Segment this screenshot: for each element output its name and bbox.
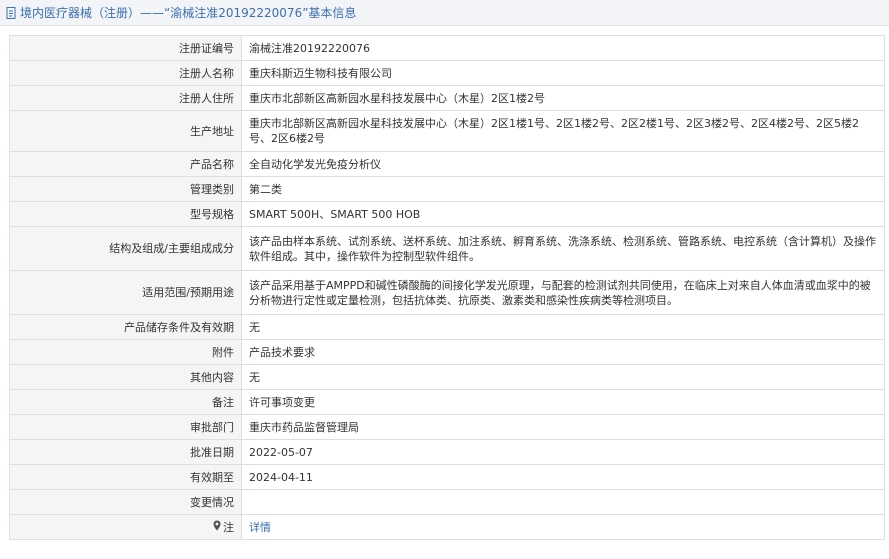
info-table-container: 注册证编号 渝械注准20192220076 注册人名称 重庆科斯迈生物科技有限公… [9, 35, 885, 540]
row-label: 产品名称 [9, 151, 242, 177]
table-row: 产品名称 全自动化学发光免疫分析仪 [9, 151, 885, 177]
row-label: 有效期至 [9, 464, 242, 490]
row-value: 该产品由样本系统、试剂系统、送杯系统、加注系统、孵育系统、洗涤系统、检测系统、管… [241, 226, 885, 271]
table-row: 注册证编号 渝械注准20192220076 [9, 35, 885, 61]
page-title: 境内医疗器械（注册）——“渝械注准20192220076”基本信息 [20, 6, 357, 20]
table-row-note: 注 详情 [9, 514, 885, 540]
table-row: 生产地址 重庆市北部新区高新园水星科技发展中心（木星）2区1楼1号、2区1楼2号… [9, 110, 885, 152]
row-label: 适用范围/预期用途 [9, 270, 242, 315]
note-label: 注 [223, 520, 234, 534]
row-value: 重庆市北部新区高新园水星科技发展中心（木星）2区1楼2号 [241, 85, 885, 111]
row-value: 2022-05-07 [241, 439, 885, 465]
table-row: 其他内容 无 [9, 364, 885, 390]
row-value: SMART 500H、SMART 500 HOB [241, 201, 885, 227]
row-label: 结构及组成/主要组成成分 [9, 226, 242, 271]
table-row: 产品储存条件及有效期 无 [9, 314, 885, 340]
table-row: 批准日期 2022-05-07 [9, 439, 885, 465]
table-row: 有效期至 2024-04-11 [9, 464, 885, 490]
info-table: 注册证编号 渝械注准20192220076 注册人名称 重庆科斯迈生物科技有限公… [9, 35, 885, 540]
table-row: 审批部门 重庆市药品监督管理局 [9, 414, 885, 440]
row-value: 该产品采用基于AMPPD和碱性磷酸酶的间接化学发光原理，与配套的检测试剂共同使用… [241, 270, 885, 315]
table-row: 适用范围/预期用途 该产品采用基于AMPPD和碱性磷酸酶的间接化学发光原理，与配… [9, 270, 885, 315]
row-label: 其他内容 [9, 364, 242, 390]
row-value: 无 [241, 314, 885, 340]
table-row: 注册人住所 重庆市北部新区高新园水星科技发展中心（木星）2区1楼2号 [9, 85, 885, 111]
row-label: 注册人名称 [9, 60, 242, 86]
row-label: 管理类别 [9, 176, 242, 202]
row-label: 产品储存条件及有效期 [9, 314, 242, 340]
row-value: 渝械注准20192220076 [241, 35, 885, 61]
row-label: 注册证编号 [9, 35, 242, 61]
row-value: 无 [241, 364, 885, 390]
document-icon [6, 6, 17, 19]
table-row: 附件 产品技术要求 [9, 339, 885, 365]
table-row: 结构及组成/主要组成成分 该产品由样本系统、试剂系统、送杯系统、加注系统、孵育系… [9, 226, 885, 271]
table-row: 变更情况 [9, 489, 885, 515]
row-label: 型号规格 [9, 201, 242, 227]
details-link[interactable]: 详情 [249, 521, 271, 534]
note-value-cell: 详情 [241, 514, 885, 540]
row-label: 变更情况 [9, 489, 242, 515]
row-label: 审批部门 [9, 414, 242, 440]
row-value: 全自动化学发光免疫分析仪 [241, 151, 885, 177]
row-value: 2024-04-11 [241, 464, 885, 490]
row-label: 生产地址 [9, 110, 242, 152]
row-value: 第二类 [241, 176, 885, 202]
row-label: 批准日期 [9, 439, 242, 465]
row-value: 重庆市药品监督管理局 [241, 414, 885, 440]
location-pin-icon [213, 520, 221, 535]
row-label: 附件 [9, 339, 242, 365]
row-value [241, 489, 885, 515]
table-row: 注册人名称 重庆科斯迈生物科技有限公司 [9, 60, 885, 86]
row-value: 重庆科斯迈生物科技有限公司 [241, 60, 885, 86]
row-value: 产品技术要求 [241, 339, 885, 365]
table-row: 管理类别 第二类 [9, 176, 885, 202]
table-row: 型号规格 SMART 500H、SMART 500 HOB [9, 201, 885, 227]
row-value: 许可事项变更 [241, 389, 885, 415]
note-label-cell: 注 [9, 514, 242, 540]
row-label: 备注 [9, 389, 242, 415]
row-label: 注册人住所 [9, 85, 242, 111]
table-row: 备注 许可事项变更 [9, 389, 885, 415]
page-header: 境内医疗器械（注册）——“渝械注准20192220076”基本信息 [0, 0, 889, 26]
row-value: 重庆市北部新区高新园水星科技发展中心（木星）2区1楼1号、2区1楼2号、2区2楼… [241, 110, 885, 152]
